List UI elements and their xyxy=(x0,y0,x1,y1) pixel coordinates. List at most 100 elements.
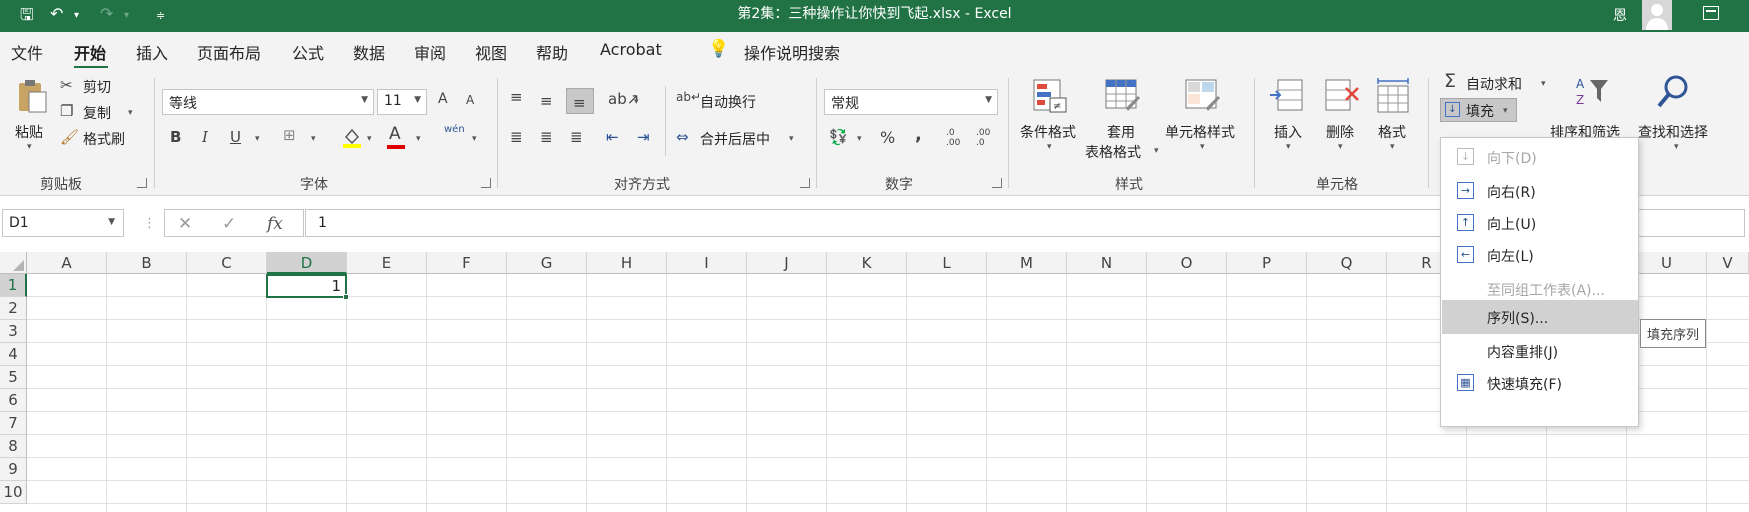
autosum-icon[interactable]: Σ xyxy=(1444,70,1456,92)
tab-page-layout[interactable]: 页面布局 xyxy=(197,40,261,64)
ribbon-display-options-icon[interactable] xyxy=(1703,6,1719,20)
fill-menu-item[interactable]: → 向右(R) xyxy=(1442,174,1638,208)
column-header-h[interactable]: H xyxy=(587,252,667,274)
increase-indent-icon[interactable]: ⇥ xyxy=(637,128,650,146)
shrink-font-icon[interactable]: A xyxy=(466,93,474,107)
italic-button[interactable]: I xyxy=(202,128,208,146)
row-header-3[interactable]: 3 xyxy=(0,320,27,343)
enter-icon[interactable]: ✓ xyxy=(222,214,236,234)
column-header-m[interactable]: M xyxy=(987,252,1067,274)
row-header-7[interactable]: 7 xyxy=(0,412,27,435)
insert-function-icon[interactable]: fx xyxy=(267,214,283,234)
select-all-button[interactable] xyxy=(0,252,27,274)
format-as-table-icon[interactable] xyxy=(1104,78,1140,114)
grow-font-icon[interactable]: A xyxy=(438,91,448,107)
find-select-button[interactable]: 查找和选择 xyxy=(1638,122,1708,142)
autosum-dropdown-icon[interactable]: ▾ xyxy=(1541,79,1546,89)
column-header-f[interactable]: F xyxy=(427,252,507,274)
align-bottom-button[interactable]: ≡ xyxy=(566,88,594,114)
insert-dropdown-icon[interactable]: ▾ xyxy=(1286,142,1291,152)
conditional-formatting-icon[interactable]: ≠ xyxy=(1032,78,1068,114)
tab-data[interactable]: 数据 xyxy=(353,40,385,64)
tab-formulas[interactable]: 公式 xyxy=(292,40,324,64)
align-right-icon[interactable]: ≣ xyxy=(570,128,583,146)
column-header-d[interactable]: D xyxy=(267,252,347,274)
borders-dropdown-icon[interactable]: ▾ xyxy=(311,134,316,144)
row-header-8[interactable]: 8 xyxy=(0,435,27,458)
orientation-dropdown-icon[interactable]: ▾ xyxy=(634,97,639,107)
fill-color-icon[interactable] xyxy=(342,125,362,149)
merge-dropdown-icon[interactable]: ▾ xyxy=(789,134,794,144)
tab-insert[interactable]: 插入 xyxy=(136,40,168,64)
active-cell[interactable]: 1 xyxy=(266,274,349,300)
fill-handle[interactable] xyxy=(343,294,349,300)
phonetic-dropdown-icon[interactable]: ▾ xyxy=(472,134,477,144)
comma-style-button[interactable]: , xyxy=(915,124,922,145)
find-dropdown-icon[interactable]: ▾ xyxy=(1674,142,1679,152)
decrease-indent-icon[interactable]: ⇤ xyxy=(606,128,619,146)
format-as-table-label-2[interactable]: 表格格式 xyxy=(1085,142,1141,162)
font-color-dropdown-icon[interactable]: ▾ xyxy=(416,134,421,144)
format-dropdown-icon[interactable]: ▾ xyxy=(1390,142,1395,152)
phonetic-guide-icon[interactable]: wén xyxy=(444,124,465,135)
cell-styles-button[interactable]: 单元格样式 xyxy=(1165,122,1235,142)
percent-style-button[interactable]: % xyxy=(880,128,895,147)
fill-button[interactable]: ↓ 填充 ▾ xyxy=(1440,98,1517,122)
row-header-6[interactable]: 6 xyxy=(0,389,27,412)
font-size-combo[interactable]: 11 ▼ xyxy=(377,89,427,115)
conditional-formatting-button[interactable]: 条件格式 xyxy=(1020,122,1076,142)
avatar[interactable] xyxy=(1642,0,1672,30)
copy-dropdown-icon[interactable]: ▾ xyxy=(128,108,133,118)
tell-me-search[interactable]: 操作说明搜索 xyxy=(744,40,840,64)
delete-cells-button[interactable]: 删除 xyxy=(1326,122,1354,142)
fill-menu-item[interactable]: 序列(S)... xyxy=(1442,300,1638,334)
alignment-launcher-icon[interactable] xyxy=(800,178,810,188)
column-header-e[interactable]: E xyxy=(347,252,427,274)
paste-dropdown-icon[interactable]: ▾ xyxy=(27,142,32,152)
cell-styles-icon[interactable] xyxy=(1184,78,1220,114)
increase-decimal-button[interactable]: .0 .00 xyxy=(946,128,960,148)
column-header-o[interactable]: O xyxy=(1147,252,1227,274)
column-header-a[interactable]: A xyxy=(27,252,107,274)
column-header-p[interactable]: P xyxy=(1227,252,1307,274)
column-header-n[interactable]: N xyxy=(1067,252,1147,274)
format-as-table-dropdown-icon[interactable]: ▾ xyxy=(1154,146,1159,156)
format-painter-button[interactable]: 格式刷 xyxy=(83,129,125,149)
column-header-i[interactable]: I xyxy=(667,252,747,274)
tab-home[interactable]: 开始 xyxy=(74,40,106,64)
column-header-c[interactable]: C xyxy=(187,252,267,274)
underline-button[interactable]: U xyxy=(230,128,241,146)
row-header-9[interactable]: 9 xyxy=(0,458,27,481)
tab-review[interactable]: 审阅 xyxy=(414,40,446,64)
autosum-button[interactable]: 自动求和 xyxy=(1466,74,1522,94)
font-name-combo[interactable]: 等线 ▼ xyxy=(162,89,374,115)
wrap-text-button[interactable]: 自动换行 xyxy=(700,92,756,112)
delete-cells-icon[interactable] xyxy=(1324,78,1360,114)
column-header-u[interactable]: U xyxy=(1627,252,1707,274)
paste-label[interactable]: 粘贴 xyxy=(15,122,43,142)
row-header-4[interactable]: 4 xyxy=(0,343,27,366)
name-box[interactable]: D1 ▼ xyxy=(2,209,124,237)
accounting-dropdown-icon[interactable]: ▾ xyxy=(857,134,862,144)
merge-center-icon[interactable]: ⇔ xyxy=(676,128,689,146)
accounting-format-icon[interactable]: 💱 xyxy=(829,128,848,146)
align-center-icon[interactable]: ≣ xyxy=(540,128,553,146)
cut-icon[interactable]: ✂ xyxy=(60,76,73,94)
merge-center-button[interactable]: 合并后居中 xyxy=(700,129,770,149)
row-header-2[interactable]: 2 xyxy=(0,297,27,320)
tab-view[interactable]: 视图 xyxy=(475,40,507,64)
wrap-text-icon[interactable]: ab↵ xyxy=(676,90,701,104)
copy-icon[interactable]: ❐ xyxy=(60,102,73,120)
cancel-icon[interactable]: ✕ xyxy=(178,214,192,234)
paste-icon[interactable] xyxy=(14,78,50,114)
cut-button[interactable]: 剪切 xyxy=(83,77,111,97)
format-as-table-label-1[interactable]: 套用 xyxy=(1107,122,1135,142)
column-header-k[interactable]: K xyxy=(827,252,907,274)
cell-styles-dropdown-icon[interactable]: ▾ xyxy=(1200,142,1205,152)
align-top-icon[interactable]: ≡ xyxy=(510,88,523,106)
bold-button[interactable]: B xyxy=(170,128,181,146)
find-select-icon[interactable] xyxy=(1656,74,1692,110)
column-header-l[interactable]: L xyxy=(907,252,987,274)
clipboard-launcher-icon[interactable] xyxy=(137,178,147,188)
row-header-1[interactable]: 1 xyxy=(0,274,27,297)
